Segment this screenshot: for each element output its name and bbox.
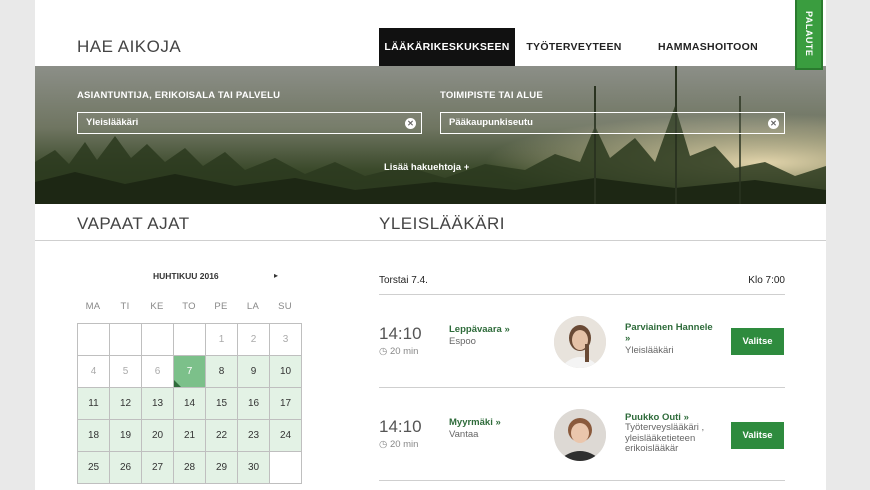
divider	[35, 240, 826, 241]
calendar-day[interactable]: 27	[142, 452, 174, 484]
calendar-empty-cell	[174, 324, 206, 356]
date-header: Torstai 7.4. Klo 7:00	[379, 275, 785, 286]
appointment-time: 14:10	[379, 324, 422, 343]
calendar-day[interactable]: 19	[110, 420, 142, 452]
more-filters-link[interactable]: Lisää hakuehtoja +	[384, 162, 469, 173]
search-hero: ASIANTUNTIJA, ERIKOISALA TAI PALVELU Yle…	[35, 66, 826, 204]
calendar-day[interactable]: 29	[206, 452, 238, 484]
doctor-name-link[interactable]: Parviainen Hannele »	[625, 322, 720, 344]
calendar-day: 1	[206, 324, 238, 356]
calendar-grid: 1 2 3 4 5 6 7 8 9 10 11 12 13 14 15 16 17 18 19 20 21 22 23 24 2…	[77, 323, 302, 484]
feedback-button[interactable]: PALAUTE	[795, 0, 823, 70]
clock-icon: ◷	[379, 346, 390, 357]
weekday: SU	[278, 301, 292, 312]
appointment-location-link[interactable]: Myyrmäki »	[449, 417, 501, 428]
calendar-day[interactable]: 18	[78, 420, 110, 452]
calendar-day[interactable]: 21	[174, 420, 206, 452]
select-button[interactable]: Valitse	[731, 328, 784, 355]
calendar-day: 2	[238, 324, 270, 356]
appointment-duration: ◷ 20 min	[379, 439, 419, 450]
calendar-day: 6	[142, 356, 174, 388]
calendar-day[interactable]: 13	[142, 388, 174, 420]
calendar-empty-cell	[78, 324, 110, 356]
clear-icon[interactable]: ✕	[768, 118, 779, 129]
calendar-day[interactable]: 12	[110, 388, 142, 420]
weekday: TI	[120, 301, 130, 312]
page-title: HAE AIKOJA	[77, 37, 182, 56]
calendar-day[interactable]: 28	[174, 452, 206, 484]
specialty-label: ASIANTUNTIJA, ERIKOISALA TAI PALVELU	[77, 90, 281, 101]
calendar-empty-cell	[142, 324, 174, 356]
select-button[interactable]: Valitse	[731, 422, 784, 449]
location-input[interactable]: Pääkaupunkiseutu ✕	[440, 112, 785, 134]
calendar-day[interactable]: 8	[206, 356, 238, 388]
weekday: MA	[85, 301, 101, 312]
appointment-city: Vantaa	[449, 429, 479, 440]
calendar-month: HUHTIKUU 2016	[153, 271, 219, 281]
appointment-city: Espoo	[449, 336, 476, 347]
location-value: Pääkaupunkiseutu	[449, 117, 533, 128]
calendar-day[interactable]: 22	[206, 420, 238, 452]
page: HAE AIKOJA LÄÄKÄRIKESKUKSEEN TYÖTERVEYTE…	[35, 0, 826, 490]
weekday: KE	[150, 301, 164, 312]
tab-tyoterveyteen[interactable]: TYÖTERVEYTEEN	[515, 28, 633, 66]
calendar-title: VAPAAT AJAT	[77, 214, 190, 233]
calendar-day: 3	[270, 324, 302, 356]
calendar-day[interactable]: 9	[238, 356, 270, 388]
results-title: YLEISLÄÄKÄRI	[379, 214, 506, 233]
calendar-day[interactable]: 24	[270, 420, 302, 452]
specialty-value: Yleislääkäri	[86, 117, 139, 128]
calendar-day[interactable]: 10	[270, 356, 302, 388]
date-label: Torstai 7.4.	[379, 275, 428, 286]
calendar-day[interactable]: 15	[206, 388, 238, 420]
calendar-day[interactable]: 20	[142, 420, 174, 452]
doctor-avatar	[554, 316, 606, 368]
appointment-row: 14:10 ◷ 20 min Leppävaara » Espoo Parvia…	[379, 316, 785, 386]
calendar-day[interactable]: 17	[270, 388, 302, 420]
weekday: TO	[182, 301, 196, 312]
calendar-day[interactable]: 23	[238, 420, 270, 452]
clock-icon: ◷	[379, 439, 390, 450]
calendar-day[interactable]: 25	[78, 452, 110, 484]
calendar-day: 5	[110, 356, 142, 388]
doctor-avatar	[554, 409, 606, 461]
divider	[379, 480, 785, 481]
calendar-day[interactable]: 11	[78, 388, 110, 420]
calendar-day[interactable]: 16	[238, 388, 270, 420]
time-label: Klo 7:00	[748, 275, 785, 286]
doctor-specialty: Työterveyslääkäri , yleislääketieteen er…	[625, 422, 705, 454]
specialty-input[interactable]: Yleislääkäri ✕	[77, 112, 422, 134]
calendar-day[interactable]: 14	[174, 388, 206, 420]
appointment-location-link[interactable]: Leppävaara »	[449, 324, 510, 335]
calendar-day[interactable]: 7	[174, 356, 206, 388]
divider	[379, 294, 785, 295]
doctor-specialty: Yleislääkäri	[625, 345, 674, 356]
calendar-empty-cell	[270, 452, 302, 484]
appointment-row: 14:10 ◷ 20 min Myyrmäki » Vantaa Puukko …	[379, 409, 785, 479]
calendar-day[interactable]: 26	[110, 452, 142, 484]
weekday: PE	[214, 301, 228, 312]
next-month-icon[interactable]: ▸	[274, 271, 278, 280]
tab-laakarikeskukseen[interactable]: LÄÄKÄRIKESKUKSEEN	[379, 28, 515, 66]
feedback-label: PALAUTE	[804, 11, 814, 57]
weekday: LA	[246, 301, 260, 312]
calendar-weekdays: MA TI KE TO PE LA SU	[77, 301, 301, 312]
tab-hammashoitoon[interactable]: HAMMASHOITOON	[633, 28, 783, 66]
calendar-day[interactable]: 30	[238, 452, 270, 484]
appointment-time: 14:10	[379, 417, 422, 436]
forest-background	[35, 66, 826, 204]
clear-icon[interactable]: ✕	[405, 118, 416, 129]
tab-bar: LÄÄKÄRIKESKUKSEEN TYÖTERVEYTEEN HAMMASHO…	[379, 28, 783, 66]
divider	[379, 387, 785, 388]
location-label: TOIMIPISTE TAI ALUE	[440, 90, 543, 101]
calendar-empty-cell	[110, 324, 142, 356]
appointment-duration: ◷ 20 min	[379, 346, 419, 357]
calendar-day: 4	[78, 356, 110, 388]
